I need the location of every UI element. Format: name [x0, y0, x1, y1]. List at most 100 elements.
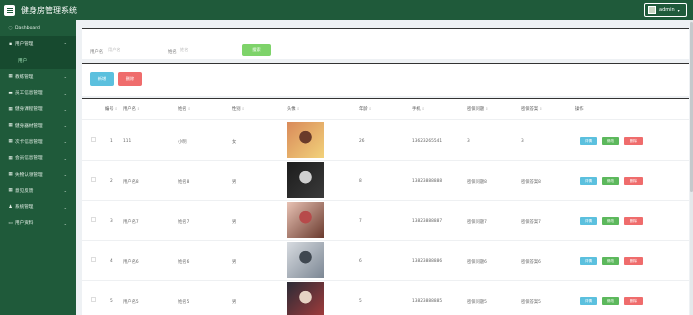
column-header[interactable]: 姓名⇕ — [178, 106, 191, 112]
sidebar-item-2[interactable]: ▦ 教练管理 ⌄ — [0, 69, 76, 85]
sidebar-item-label: Dashboard — [15, 25, 40, 31]
main-content: 用户名 用户名 姓名 姓名 搜索 新增 删除 编号⇕ 用户名⇕ 姓名⇕ 性别⇕ 头像⇕ 年… — [76, 20, 693, 315]
cell-username: 用户名7 — [123, 220, 139, 225]
edit-button[interactable]: 修改 — [602, 137, 619, 145]
sidebar-item-9[interactable]: ▦ 意见反馈 ⌄ — [0, 183, 76, 199]
row-checkbox[interactable] — [91, 217, 96, 222]
sidebar-subitem-users[interactable]: 用户 — [0, 52, 76, 69]
row-divider — [82, 160, 689, 161]
detail-button[interactable]: 详情 — [580, 137, 597, 145]
cell-username: 用户名5 — [123, 300, 139, 305]
username-search-input[interactable]: 用户名 — [107, 46, 149, 54]
cell-id: 5 — [110, 299, 113, 304]
sidebar-item-5[interactable]: ▦ 健身器材管理 ⌄ — [0, 117, 76, 133]
caret-down-icon: ▾ — [677, 7, 680, 13]
sort-icon[interactable]: ⇕ — [422, 107, 425, 111]
cell-id: 3 — [110, 219, 113, 224]
column-header[interactable]: 头像⇕ — [287, 106, 300, 112]
sort-icon[interactable]: ⇕ — [242, 107, 245, 111]
column-header[interactable]: 用户名⇕ — [123, 106, 140, 112]
column-header[interactable]: 手机⇕ — [412, 106, 425, 112]
dashboard-icon: ◌ — [8, 25, 13, 31]
row-checkbox[interactable] — [91, 297, 96, 302]
delete-button[interactable]: 删除 — [624, 217, 643, 225]
cell-answer: 3 — [521, 139, 524, 144]
row-checkbox[interactable] — [91, 257, 96, 262]
action-bar: 新增 删除 — [82, 63, 689, 96]
cell-question: 密保问题7 — [467, 220, 487, 225]
app-title: 健身房管理系统 — [21, 5, 77, 15]
user-menu-button[interactable]: admin ▾ — [644, 3, 687, 17]
column-header[interactable]: 密保答案⇕ — [521, 106, 542, 112]
sidebar-item-1[interactable]: ▪ 用户管理 ⌃ — [0, 36, 76, 53]
user-table: 编号⇕ 用户名⇕ 姓名⇕ 性别⇕ 头像⇕ 年龄⇕ 手机⇕ 密保问题⇕ 密保答案⇕ 操作 1 111 小明… — [82, 98, 689, 315]
sidebar-item-label: 健身课程管理 — [15, 107, 43, 113]
sidebar-item-6[interactable]: ▦ 次卡信息管理 ⌄ — [0, 134, 76, 150]
delete-button[interactable]: 删除 — [624, 297, 643, 305]
column-header[interactable]: 编号⇕ — [105, 106, 118, 112]
user-photo — [287, 282, 324, 315]
row-checkbox[interactable] — [91, 137, 96, 142]
sidebar-item-8[interactable]: ▦ 失物认领管理 ⌄ — [0, 166, 76, 182]
cell-age: 5 — [359, 299, 362, 304]
sort-icon[interactable]: ⇕ — [188, 107, 191, 111]
column-header-label: 用户名 — [123, 107, 136, 112]
menu-toggle-icon[interactable] — [4, 4, 15, 16]
delete-button[interactable]: 删除 — [624, 177, 643, 185]
edit-button[interactable]: 修改 — [602, 217, 619, 225]
column-header[interactable]: 年龄⇕ — [359, 106, 372, 112]
cell-answer: 密保答案8 — [521, 180, 541, 185]
sidebar: ◌ Dashboard ▪ 用户管理 ⌃ 用户 ▦ 教练管理 ⌄ ▬ 员工信息管理 ⌄ ▦ 健身课程管理 ⌄… — [0, 20, 76, 315]
sidebar-item-label: 教练管理 — [15, 74, 34, 80]
sidebar-item-10[interactable]: ♟ 系统管理 ⌄ — [0, 199, 76, 215]
sidebar-item-label: 员工信息管理 — [15, 91, 43, 97]
chevron-down-icon: ⌄ — [63, 155, 67, 161]
chevron-down-icon: ⌄ — [63, 172, 67, 178]
cell-phone: 13823888886 — [412, 259, 443, 264]
user-photo — [287, 202, 324, 238]
top-navbar: 健身房管理系统 admin ▾ — [0, 0, 693, 20]
sidebar-item-0[interactable]: ◌ Dashboard — [0, 20, 76, 36]
detail-button[interactable]: 详情 — [580, 257, 597, 265]
sort-icon[interactable]: ⇕ — [485, 107, 488, 111]
edit-button[interactable]: 修改 — [602, 297, 619, 305]
row-divider — [82, 280, 689, 281]
row-checkbox[interactable] — [91, 177, 96, 182]
sidebar-item-3[interactable]: ▬ 员工信息管理 ⌄ — [0, 85, 76, 101]
cell-question: 密保问题8 — [467, 180, 487, 185]
detail-button[interactable]: 详情 — [580, 217, 597, 225]
bulk-delete-button[interactable]: 删除 — [118, 72, 142, 86]
folder-icon: ▬ — [8, 90, 13, 96]
chevron-down-icon: ⌄ — [63, 139, 67, 145]
chevron-down-icon: ⌄ — [63, 204, 67, 210]
detail-button[interactable]: 详情 — [580, 177, 597, 185]
search-button[interactable]: 搜索 — [242, 44, 271, 56]
sidebar-item-label: 次卡信息管理 — [15, 139, 43, 145]
column-header-label: 性别 — [232, 107, 241, 112]
chevron-up-icon: ⌃ — [63, 41, 67, 47]
add-button[interactable]: 新增 — [90, 72, 114, 86]
chevron-down-icon: ⌄ — [63, 188, 67, 194]
name-search-input[interactable]: 姓名 — [179, 46, 221, 54]
cell-phone: 13823888887 — [412, 219, 443, 224]
column-header[interactable]: 性别⇕ — [232, 106, 245, 112]
edit-button[interactable]: 修改 — [602, 177, 619, 185]
grid-icon: ▦ — [8, 123, 13, 129]
edit-button[interactable]: 修改 — [602, 257, 619, 265]
sidebar-item-11[interactable]: ▭ 用户资料 ⌄ — [0, 215, 76, 231]
sort-icon[interactable]: ⇕ — [369, 107, 372, 111]
column-header[interactable]: 密保问题⇕ — [467, 106, 488, 112]
delete-button[interactable]: 删除 — [624, 137, 643, 145]
sidebar-item-7[interactable]: ▦ 会员信息管理 ⌄ — [0, 150, 76, 166]
sort-icon[interactable]: ⇕ — [137, 107, 140, 111]
cell-id: 4 — [110, 259, 113, 264]
cell-answer: 密保答案6 — [521, 260, 541, 265]
sort-icon[interactable]: ⇕ — [115, 107, 118, 111]
detail-button[interactable]: 详情 — [580, 297, 597, 305]
sort-icon[interactable]: ⇕ — [297, 107, 300, 111]
sidebar-item-4[interactable]: ▦ 健身课程管理 ⌄ — [0, 101, 76, 117]
sort-icon[interactable]: ⇕ — [539, 107, 542, 111]
cell-name: 姓名5 — [178, 300, 190, 305]
cell-question: 密保问题6 — [467, 260, 487, 265]
delete-button[interactable]: 删除 — [624, 257, 643, 265]
